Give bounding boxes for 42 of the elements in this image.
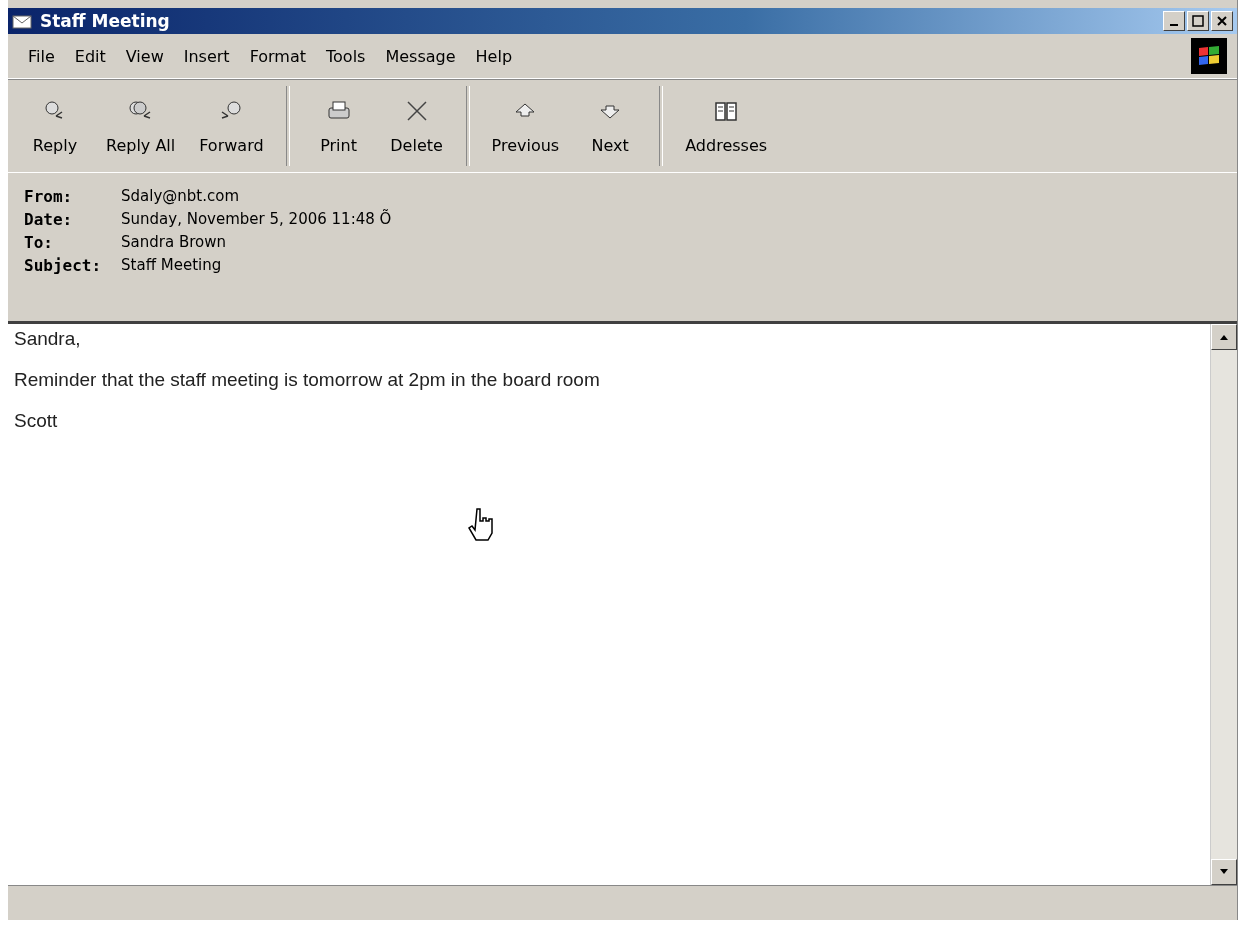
minimize-icon xyxy=(1170,24,1178,26)
flag-logo-icon xyxy=(1191,38,1227,74)
menu-item[interactable]: Insert xyxy=(173,42,240,70)
maximize-icon xyxy=(1192,15,1204,27)
body-paragraph: Sandra, xyxy=(14,328,82,350)
envelope-icon xyxy=(12,13,32,29)
hand-cursor-icon xyxy=(468,507,496,541)
scrollbar[interactable] xyxy=(1210,324,1237,885)
field-value: Sunday, November 5, 2006 11:48 Õ xyxy=(121,210,393,229)
body-paragraph: Scott xyxy=(14,410,59,432)
toolbar-button[interactable]: Reply All xyxy=(94,80,188,172)
close-icon xyxy=(1217,16,1227,26)
field-label: Date: xyxy=(24,210,74,229)
field-value: Sandra Brown xyxy=(121,233,227,252)
menu-item[interactable]: File xyxy=(18,42,65,70)
scroll-up-button[interactable] xyxy=(1211,324,1237,350)
toolbar-button[interactable]: Forward xyxy=(187,80,276,172)
menu-item[interactable]: Help xyxy=(465,42,523,70)
field-value: Staff Meeting xyxy=(121,256,223,275)
toolbar-button[interactable]: Previous xyxy=(479,80,572,172)
menu-item[interactable]: View xyxy=(115,42,174,70)
toolbar-button[interactable]: Addresses xyxy=(673,80,780,172)
window-title: Staff Meeting xyxy=(40,11,170,31)
toolbar-button[interactable]: Next xyxy=(571,80,650,172)
maximize-button[interactable] xyxy=(1187,11,1209,31)
toolbar-button[interactable]: Delete xyxy=(377,80,456,172)
down-arrow-icon xyxy=(1219,868,1229,876)
up-arrow-icon xyxy=(1219,333,1229,341)
menu-item[interactable]: Tools xyxy=(316,42,376,70)
menu-item[interactable]: Format xyxy=(239,42,316,70)
field-label: Subject: xyxy=(24,256,102,275)
toolbar-button[interactable]: Print xyxy=(299,80,378,172)
body-paragraph: Reminder that the staff meeting is tomorrow at 2pm in the board room xyxy=(14,369,601,391)
toolbar-button[interactable]: Reply xyxy=(16,80,94,172)
menu-item[interactable]: Edit xyxy=(64,42,116,70)
field-label: From: xyxy=(24,187,74,206)
menu-item[interactable]: Message xyxy=(375,42,466,70)
close-button[interactable] xyxy=(1211,11,1233,31)
minimize-button[interactable] xyxy=(1163,11,1185,31)
field-value: Sdaly@nbt.com xyxy=(121,187,241,206)
scroll-down-button[interactable] xyxy=(1211,859,1237,885)
field-label: To: xyxy=(24,233,54,252)
